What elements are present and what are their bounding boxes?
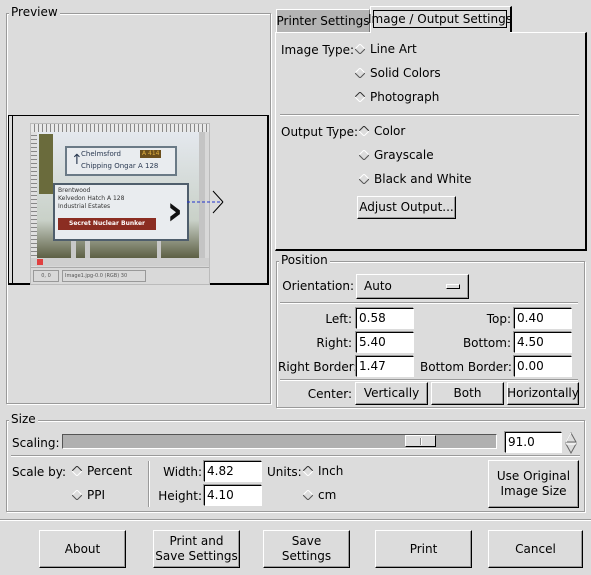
radio-photograph[interactable]: Photograph bbox=[355, 90, 439, 104]
left-input[interactable]: 0.58 bbox=[356, 308, 414, 329]
right-label: Right: bbox=[316, 336, 352, 350]
print-and-save-button[interactable]: Print and Save Settings bbox=[153, 530, 240, 568]
radio-black-and-white-label: Black and White bbox=[374, 172, 472, 186]
save-settings-button[interactable]: Save Settings bbox=[263, 530, 350, 568]
thumb-coord: 0, 0 bbox=[33, 270, 59, 282]
orientation-dropdown[interactable]: Auto bbox=[356, 274, 469, 299]
radio-percent[interactable]: Percent bbox=[72, 464, 132, 478]
bottom-border-input[interactable]: 0.00 bbox=[514, 356, 572, 377]
bottom-label: Bottom: bbox=[462, 336, 511, 350]
orientation-label: Orientation: bbox=[282, 279, 354, 293]
thumb-banner: Secret Nuclear Bunker bbox=[58, 218, 156, 230]
radio-diamond-selected-icon bbox=[355, 92, 365, 102]
radio-inch[interactable]: Inch bbox=[303, 464, 343, 478]
scaling-label: Scaling: bbox=[12, 436, 60, 450]
adjust-output-button[interactable]: Adjust Output... bbox=[357, 196, 456, 219]
radio-grayscale[interactable]: Grayscale bbox=[359, 148, 434, 162]
orientation-value: Auto bbox=[364, 279, 392, 293]
top-label: Top: bbox=[486, 312, 511, 326]
radio-cm[interactable]: cm bbox=[303, 488, 336, 502]
scale-by-label: Scale by: bbox=[12, 465, 66, 479]
separator bbox=[280, 302, 578, 304]
radio-percent-label: Percent bbox=[87, 464, 133, 478]
right-input[interactable]: 5.40 bbox=[356, 332, 414, 353]
bottom-input[interactable]: 4.50 bbox=[514, 332, 572, 353]
radio-diamond-icon bbox=[355, 44, 365, 54]
output-type-label: Output Type: bbox=[281, 125, 359, 139]
radio-solid-colors[interactable]: Solid Colors bbox=[355, 66, 441, 80]
size-title: Size bbox=[9, 412, 38, 426]
bottom-border-label: Bottom Border: bbox=[420, 360, 512, 374]
radio-diamond-icon bbox=[355, 68, 365, 78]
left-label: Left: bbox=[325, 312, 352, 326]
tab-image-output-settings[interactable]: Image / Output Settings bbox=[368, 6, 512, 33]
position-title: Position bbox=[279, 253, 330, 267]
radio-diamond-icon bbox=[303, 490, 313, 500]
radio-ppi-label: PPI bbox=[87, 488, 106, 502]
spin-down-icon[interactable] bbox=[565, 443, 577, 454]
radio-diamond-selected-icon bbox=[303, 466, 313, 476]
cancel-button[interactable]: Cancel bbox=[488, 530, 583, 568]
option-menu-indicator-icon bbox=[446, 284, 460, 289]
tab-image-output-label: Image / Output Settings bbox=[368, 10, 512, 28]
chevron-right-icon: › bbox=[166, 188, 183, 234]
separator bbox=[11, 455, 580, 457]
radio-black-and-white[interactable]: Black and White bbox=[359, 172, 472, 186]
radio-color[interactable]: Color bbox=[359, 124, 405, 138]
thumb-top-line1: Chelmsford bbox=[81, 150, 121, 158]
separator bbox=[0, 519, 591, 521]
radio-ppi[interactable]: PPI bbox=[72, 488, 105, 502]
radio-cm-label: cm bbox=[318, 488, 337, 502]
center-label: Center: bbox=[307, 387, 352, 401]
radio-diamond-selected-icon bbox=[359, 126, 369, 136]
about-button[interactable]: About bbox=[39, 530, 126, 568]
radio-line-art-label: Line Art bbox=[370, 42, 417, 56]
right-border-input[interactable]: 1.47 bbox=[356, 356, 414, 377]
radio-solid-colors-label: Solid Colors bbox=[370, 66, 441, 80]
radio-inch-label: Inch bbox=[318, 464, 344, 478]
center-both-button[interactable]: Both bbox=[431, 382, 504, 405]
top-input[interactable]: 0.40 bbox=[514, 308, 572, 329]
right-border-label: Right Border: bbox=[278, 360, 358, 374]
radio-diamond-icon bbox=[359, 174, 369, 184]
width-label: Width: bbox=[163, 465, 202, 479]
scaling-spin-buttons[interactable] bbox=[565, 432, 577, 454]
preview-title: Preview bbox=[9, 5, 60, 19]
scaling-input[interactable]: 91.0 bbox=[505, 432, 562, 453]
center-vertically-button[interactable]: Vertically bbox=[355, 382, 428, 405]
preview-canvas[interactable]: ↑ Chelmsford A 414 Chipping Ongar A 128 … bbox=[8, 115, 269, 285]
radio-grayscale-label: Grayscale bbox=[374, 148, 434, 162]
radio-color-label: Color bbox=[374, 124, 406, 138]
tab-printer-settings[interactable]: Printer Settings bbox=[276, 9, 370, 32]
width-input[interactable]: 4.82 bbox=[204, 461, 262, 482]
paper-arrow-icon bbox=[187, 190, 224, 214]
radio-diamond-selected-icon bbox=[72, 466, 82, 476]
spin-up-icon[interactable] bbox=[565, 432, 577, 443]
height-input[interactable]: 4.10 bbox=[204, 485, 262, 506]
height-label: Height: bbox=[158, 489, 202, 503]
thumb-status: Image1.jpg-0.0 (RGB) 30 bbox=[62, 270, 146, 282]
use-original-size-button[interactable]: Use Original Image Size bbox=[488, 460, 579, 508]
preview-thumbnail[interactable]: ↑ Chelmsford A 414 Chipping Ongar A 128 … bbox=[30, 123, 210, 285]
scaling-slider-thumb[interactable] bbox=[405, 435, 436, 447]
separator bbox=[280, 114, 579, 116]
print-button[interactable]: Print bbox=[375, 530, 472, 568]
radio-line-art[interactable]: Line Art bbox=[355, 42, 417, 56]
radio-diamond-icon bbox=[359, 150, 369, 160]
thumb-top-line2: Chipping Ongar A 128 bbox=[81, 162, 159, 170]
image-type-label: Image Type: bbox=[281, 43, 355, 57]
units-label: Units: bbox=[267, 465, 302, 479]
radio-diamond-icon bbox=[72, 490, 82, 500]
separator bbox=[280, 379, 578, 381]
thumb-main-line2: Kelvedon Hatch A 128 bbox=[58, 195, 125, 202]
scaling-slider[interactable] bbox=[62, 434, 497, 449]
radio-photograph-label: Photograph bbox=[370, 90, 440, 104]
thumb-road-badge: A 414 bbox=[140, 150, 162, 158]
thumb-main-line3: Industrial Estates bbox=[58, 203, 111, 210]
center-horizontally-button[interactable]: Horizontally bbox=[507, 382, 579, 405]
thumb-main-line1: Brentwood bbox=[58, 187, 91, 194]
